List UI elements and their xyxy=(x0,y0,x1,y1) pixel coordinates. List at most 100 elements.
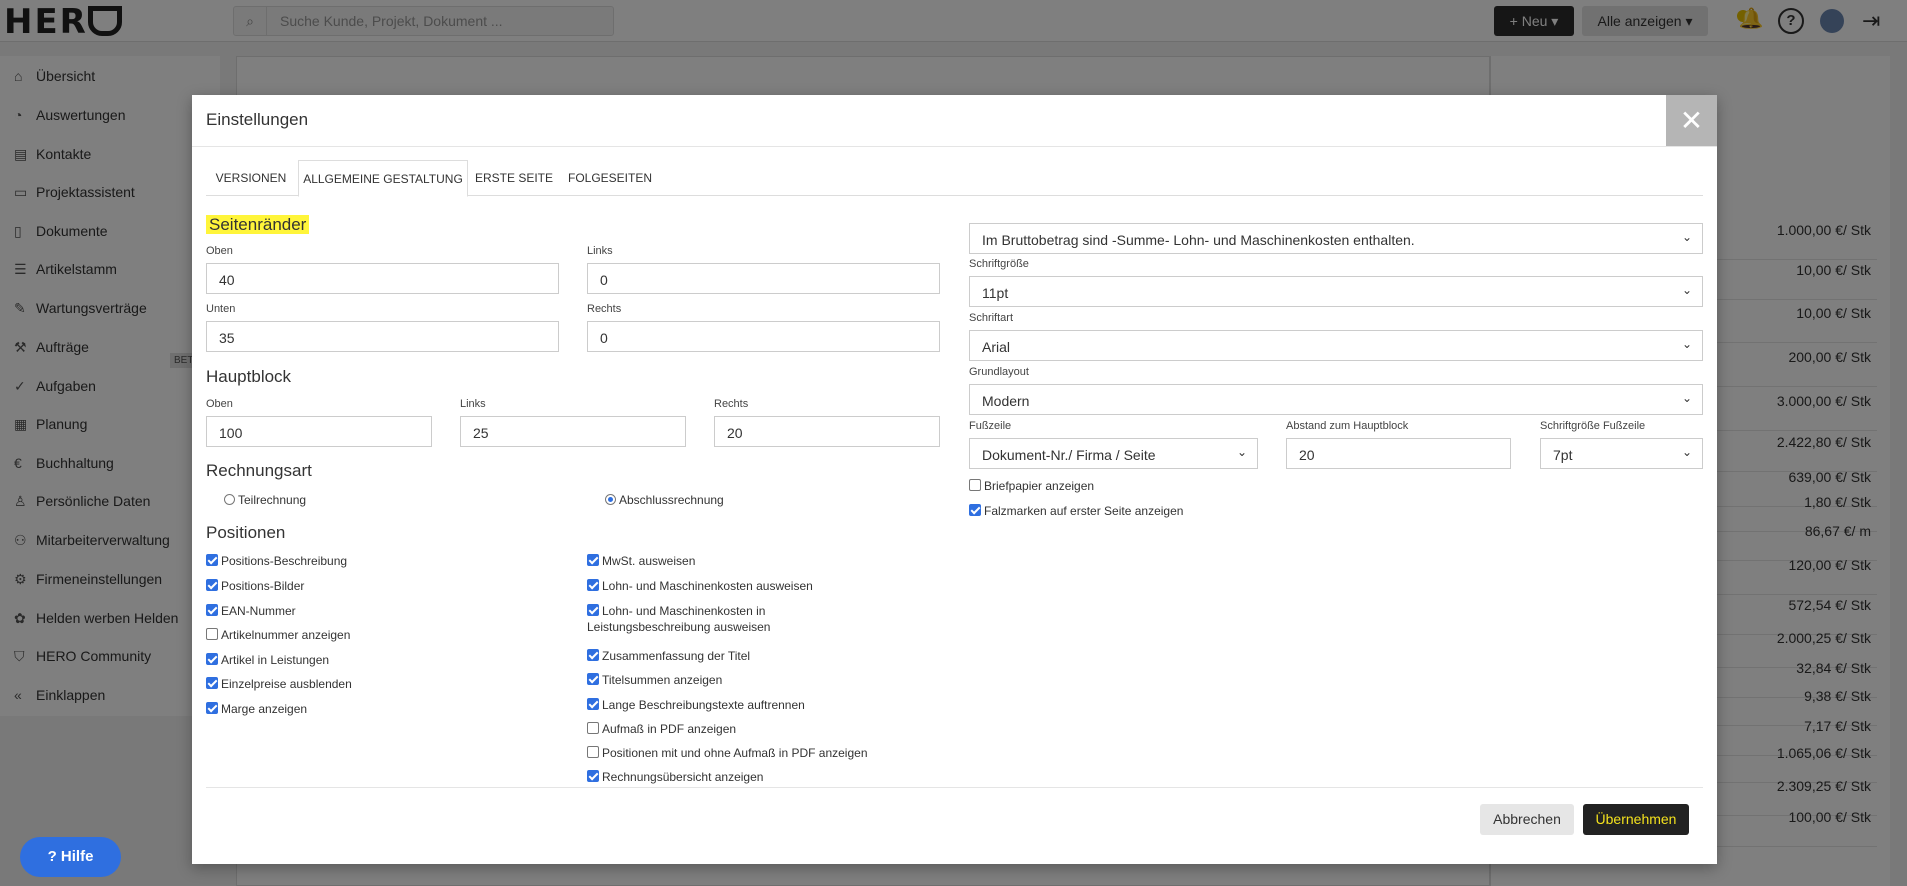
chevron-down-icon: ⌄ xyxy=(1681,230,1692,244)
margin-right-input[interactable]: 0 xyxy=(587,321,940,352)
position-option-checkbox[interactable]: Einzelpreise ausblenden xyxy=(206,676,506,692)
fold-marks-checkbox[interactable]: Falzmarken auf erster Seite anzeigen xyxy=(969,503,1183,519)
margin-bottom-input[interactable]: 35 xyxy=(206,321,559,352)
checkbox-label: Positions-Bilder xyxy=(221,579,305,593)
footer-select[interactable]: Dokument-Nr./ Firma / Seite ⌄ xyxy=(969,438,1258,469)
checkbox-label: Zusammenfassung der Titel xyxy=(602,649,751,663)
checkbox-label: Positionen mit und ohne Aufmaß in PDF an… xyxy=(602,746,868,760)
mainblock-left-input[interactable]: 25 xyxy=(460,416,686,447)
footer-font-size-label: Schriftgröße Fußzeile xyxy=(1540,420,1646,432)
apply-button[interactable]: Übernehmen xyxy=(1583,804,1689,835)
checkbox-label: Titelsummen anzeigen xyxy=(602,673,723,687)
gross-amount-select[interactable]: Im Bruttobetrag sind -Summe- Lohn- und M… xyxy=(969,223,1703,254)
position-option-checkbox[interactable]: MwSt. ausweisen xyxy=(587,553,887,569)
checkbox[interactable] xyxy=(206,628,218,640)
chevron-down-icon: ⌄ xyxy=(1681,283,1692,297)
position-option-checkbox[interactable]: Lange Beschreibungstexte auftrennen xyxy=(587,697,887,713)
checkbox[interactable] xyxy=(587,604,599,616)
position-option-checkbox[interactable]: Aufmaß in PDF anzeigen xyxy=(587,721,887,737)
tab-erste-seite[interactable]: ERSTE SEITE xyxy=(468,160,560,196)
checkbox[interactable] xyxy=(206,653,218,665)
tab-versionen[interactable]: VERSIONEN xyxy=(206,160,296,196)
position-option-checkbox[interactable]: Lohn- und Maschinenkosten in Leistungsbe… xyxy=(587,603,887,635)
position-option-checkbox[interactable]: Titelsummen anzeigen xyxy=(587,672,887,688)
radio-circle[interactable] xyxy=(605,494,616,505)
position-option-checkbox[interactable]: Zusammenfassung der Titel xyxy=(587,648,887,664)
radio-abschlussrechnung[interactable]: Abschlussrechnung xyxy=(605,493,724,507)
footer-font-size-select[interactable]: 7pt ⌄ xyxy=(1540,438,1703,469)
position-option-checkbox[interactable]: Rechnungsübersicht anzeigen xyxy=(587,769,887,785)
checkbox[interactable] xyxy=(587,579,599,591)
margin-right-label: Rechts xyxy=(587,303,622,315)
checkbox[interactable] xyxy=(206,677,218,689)
positions-title: Positionen xyxy=(206,523,286,542)
checkbox[interactable] xyxy=(206,702,218,714)
margin-left-label: Links xyxy=(587,245,613,257)
checkbox[interactable] xyxy=(206,579,218,591)
checkbox-label: Einzelpreise ausblenden xyxy=(221,677,352,691)
checkbox-label: Rechnungsübersicht anzeigen xyxy=(602,770,764,784)
checkbox-label: Artikel in Leistungen xyxy=(221,653,330,667)
footer-label: Fußzeile xyxy=(969,420,1012,432)
font-family-label: Schriftart xyxy=(969,312,1014,324)
position-option-checkbox[interactable]: Marge anzeigen xyxy=(206,701,506,717)
letterhead-checkbox[interactable]: Briefpapier anzeigen xyxy=(969,478,1094,494)
cancel-button[interactable]: Abbrechen xyxy=(1480,804,1574,835)
spacing-label: Abstand zum Hauptblock xyxy=(1286,420,1409,432)
position-option-checkbox[interactable]: EAN-Nummer xyxy=(206,603,506,619)
margin-bottom-label: Unten xyxy=(206,303,236,315)
tab-folgeseiten[interactable]: FOLGESEITEN xyxy=(562,160,658,196)
position-option-checkbox[interactable]: Positions-Bilder xyxy=(206,578,506,594)
checkbox[interactable] xyxy=(206,604,218,616)
checkbox-label: Marge anzeigen xyxy=(221,702,308,716)
margins-title: Seitenränder xyxy=(206,215,310,235)
font-size-label: Schriftgröße xyxy=(969,258,1029,270)
position-option-checkbox[interactable]: Lohn- und Maschinenkosten ausweisen xyxy=(587,578,887,594)
checkbox[interactable] xyxy=(206,554,218,566)
position-option-checkbox[interactable]: Artikel in Leistungen xyxy=(206,652,506,668)
checkbox[interactable] xyxy=(587,722,599,734)
mainblock-right-input[interactable]: 20 xyxy=(714,416,940,447)
checkbox[interactable] xyxy=(587,649,599,661)
chevron-down-icon: ⌄ xyxy=(1681,391,1692,405)
checkbox-label: Positions-Beschreibung xyxy=(221,554,348,568)
checkbox[interactable] xyxy=(587,770,599,782)
checkbox[interactable] xyxy=(587,746,599,758)
margin-top-label: Oben xyxy=(206,245,233,257)
checkbox-label: Lange Beschreibungstexte auftrennen xyxy=(602,698,805,712)
checkbox[interactable] xyxy=(587,673,599,685)
mainblock-top-input[interactable]: 100 xyxy=(206,416,432,447)
modal-title: Einstellungen xyxy=(206,110,309,129)
font-family-select[interactable]: Arial ⌄ xyxy=(969,330,1703,361)
checkbox-label: EAN-Nummer xyxy=(221,604,296,618)
margin-left-input[interactable]: 0 xyxy=(587,263,940,294)
layout-label: Grundlayout xyxy=(969,366,1029,378)
checkbox[interactable] xyxy=(587,698,599,710)
checkbox-label: Aufmaß in PDF anzeigen xyxy=(602,722,737,736)
radio-circle[interactable] xyxy=(224,494,235,505)
position-option-checkbox[interactable]: Artikelnummer anzeigen xyxy=(206,627,506,643)
mainblock-left-label: Links xyxy=(460,398,486,410)
tab-bar: VERSIONEN ALLGEMEINE GESTALTUNG ERSTE SE… xyxy=(206,160,1703,197)
invoice-type-title: Rechnungsart xyxy=(206,461,312,480)
footer-divider xyxy=(206,787,1703,788)
close-button[interactable]: ✕ xyxy=(1666,95,1717,146)
checkbox[interactable] xyxy=(969,504,981,516)
help-button[interactable]: ? Hilfe xyxy=(20,837,121,877)
spacing-input[interactable]: 20 xyxy=(1286,438,1511,469)
tab-allgemeine-gestaltung[interactable]: ALLGEMEINE GESTALTUNG xyxy=(298,160,468,197)
chevron-down-icon: ⌄ xyxy=(1236,445,1247,459)
font-size-select[interactable]: 11pt ⌄ xyxy=(969,276,1703,307)
layout-select[interactable]: Modern ⌄ xyxy=(969,384,1703,415)
settings-modal: Einstellungen ✕ VERSIONEN ALLGEMEINE GES… xyxy=(192,95,1717,864)
checkbox[interactable] xyxy=(587,554,599,566)
position-option-checkbox[interactable]: Positionen mit und ohne Aufmaß in PDF an… xyxy=(587,745,887,761)
mainblock-title: Hauptblock xyxy=(206,367,292,386)
margin-top-input[interactable]: 40 xyxy=(206,263,559,294)
checkbox[interactable] xyxy=(969,479,981,491)
mainblock-right-label: Rechts xyxy=(714,398,749,410)
header-divider xyxy=(192,146,1717,147)
position-option-checkbox[interactable]: Positions-Beschreibung xyxy=(206,553,506,569)
radio-teilrechnung[interactable]: Teilrechnung xyxy=(224,493,306,507)
checkbox-label: MwSt. ausweisen xyxy=(602,554,696,568)
